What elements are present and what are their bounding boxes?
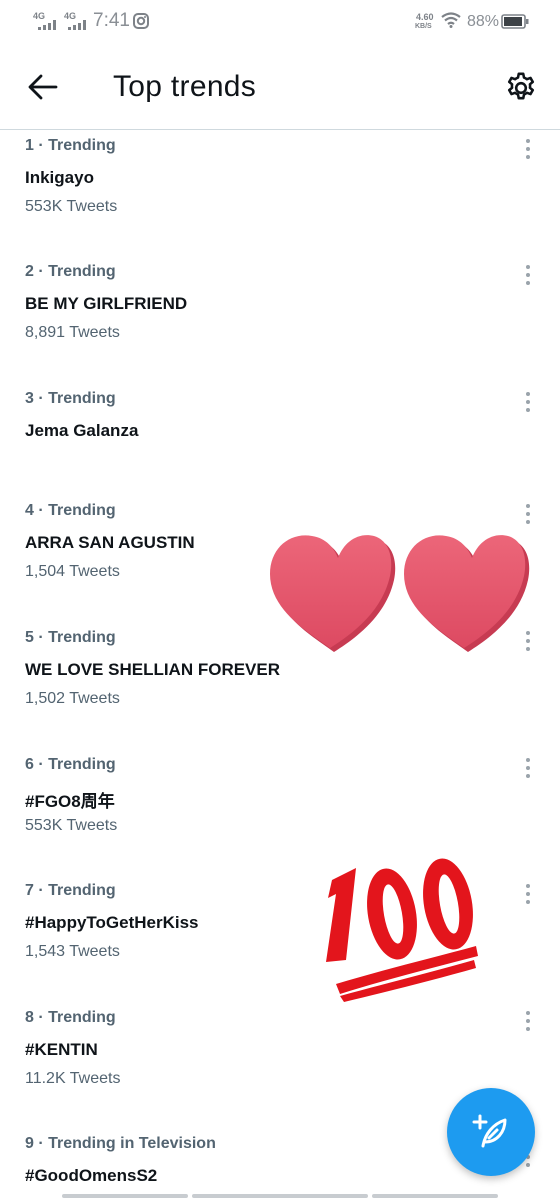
trend-item-1[interactable]: 1 · Trending Inkigayo 553K Tweets (0, 137, 560, 247)
trend-tweet-count: 553K Tweets (25, 198, 118, 215)
more-options-icon[interactable] (518, 882, 538, 906)
nav-segment[interactable] (372, 1194, 498, 1198)
arrow-left-icon (28, 74, 58, 100)
trend-rank-label: 5 · Trending (25, 629, 116, 646)
trend-item-3[interactable]: 3 · Trending Jema Galanza (0, 390, 560, 480)
trend-name: #HappyToGetHerKiss (25, 913, 199, 932)
page-title: Top trends (113, 70, 257, 103)
trend-tweet-count: 11.2K Tweets (25, 1070, 121, 1087)
trend-rank-label: 6 · Trending (25, 756, 116, 773)
nav-segment[interactable] (192, 1194, 368, 1198)
two-hearts-sticker (270, 535, 530, 652)
trend-name: Jema Galanza (25, 421, 139, 440)
signal-icon (38, 20, 56, 30)
instagram-icon (133, 13, 149, 29)
heart-icon (404, 535, 530, 652)
trend-name: #KENTIN (25, 1040, 98, 1059)
trend-rank-label: 9 · Trending in Television (25, 1135, 216, 1152)
trend-tweet-count: 1,502 Tweets (25, 690, 120, 707)
network-speed-value: 4.60 (416, 12, 434, 22)
network-speed-unit: KB/S (415, 23, 432, 30)
trend-item-2[interactable]: 2 · Trending BE MY GIRLFRIEND 8,891 Twee… (0, 263, 560, 373)
trend-name: #FGO8周年 (25, 792, 115, 811)
trend-rank-label: 8 · Trending (25, 1009, 116, 1026)
trend-rank-label: 7 · Trending (25, 882, 116, 899)
trend-tweet-count: 553K Tweets (25, 817, 118, 834)
settings-button[interactable] (502, 69, 540, 107)
trend-rank-label: 4 · Trending (25, 502, 116, 519)
trend-name: ARRA SAN AGUSTIN (25, 533, 195, 552)
hundred-points-sticker (326, 858, 478, 1002)
gear-icon (507, 72, 535, 100)
clock: 7:41 (93, 10, 130, 31)
top-bar: Top trends (0, 50, 560, 130)
battery-percent: 88% (467, 13, 500, 30)
heart-icon (270, 535, 396, 652)
more-options-icon[interactable] (518, 502, 538, 526)
more-options-icon[interactable] (518, 137, 538, 161)
more-options-icon[interactable] (518, 390, 538, 414)
compose-tweet-button[interactable] (447, 1088, 535, 1176)
trend-tweet-count: 1,543 Tweets (25, 943, 120, 960)
trend-tweet-count: 8,891 Tweets (25, 324, 120, 341)
more-options-icon[interactable] (518, 756, 538, 780)
trend-tweet-count: 1,504 Tweets (25, 563, 120, 580)
trend-name: BE MY GIRLFRIEND (25, 294, 188, 313)
trend-rank-label: 1 · Trending (25, 137, 116, 154)
trend-rank-label: 3 · Trending (25, 390, 116, 407)
trend-rank-label: 2 · Trending (25, 263, 116, 280)
system-nav-bar (0, 1192, 560, 1200)
more-options-icon[interactable] (518, 263, 538, 287)
trend-name: WE LOVE SHELLIAN FOREVER (25, 660, 281, 679)
signal-icon (68, 20, 86, 30)
more-options-icon[interactable] (518, 1009, 538, 1033)
trend-name: #GoodOmensS2 (25, 1166, 158, 1185)
wifi-icon (441, 12, 461, 28)
nav-segment[interactable] (62, 1194, 188, 1198)
compose-tweet-icon (472, 1114, 507, 1148)
back-button[interactable] (26, 70, 60, 104)
battery-icon (501, 14, 529, 29)
trend-name: Inkigayo (25, 168, 94, 187)
status-bar: 4G 4G 7:41 4.60 KB/S 88% (0, 0, 560, 44)
